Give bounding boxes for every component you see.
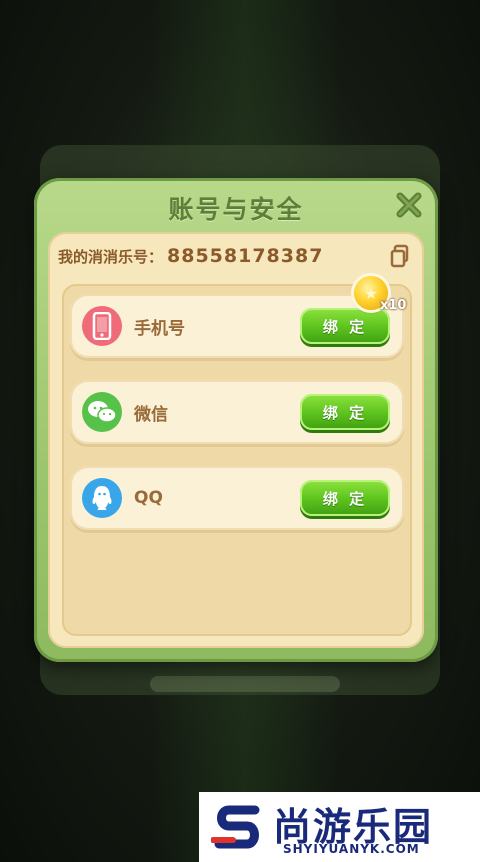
- bind-row-label: 微信: [134, 404, 168, 425]
- bind-qq-button[interactable]: 绑 定: [300, 480, 390, 516]
- copy-icon: [390, 244, 409, 268]
- dialog-title: 账号与安全: [168, 195, 304, 224]
- bind-wechat-button[interactable]: 绑 定: [300, 394, 390, 430]
- watermark: 尚游乐园 SHYIYUANYK.COM: [199, 792, 480, 862]
- wechat-icon: [82, 392, 122, 432]
- account-id-value: 88558178387: [167, 245, 324, 267]
- account-id-label: 我的消消乐号：: [58, 247, 164, 266]
- binding-list: 手机号 绑 定 ★ x10 微信 绑 定 QQ 绑 定: [62, 276, 412, 636]
- reward-badge: ★ x10: [354, 276, 412, 324]
- background-footer-blur: [150, 676, 340, 692]
- qq-icon: [82, 478, 122, 518]
- brand-logo-icon: [211, 805, 260, 849]
- bind-row-qq: QQ 绑 定: [70, 466, 404, 530]
- bind-row-phone: 手机号 绑 定 ★ x10: [70, 276, 406, 358]
- reward-count: x10: [380, 298, 407, 313]
- phone-icon: [82, 306, 122, 346]
- close-icon: [396, 192, 422, 218]
- copy-button[interactable]: [390, 244, 410, 268]
- watermark-domain: SHYIYUANYK.COM: [283, 842, 420, 856]
- bind-row-label: QQ: [134, 488, 163, 508]
- close-button[interactable]: [392, 188, 426, 222]
- account-security-dialog: 账号与安全 我的消消乐号： 88558178387 手机号 绑 定 ★ x10 …: [34, 178, 438, 662]
- bind-row-wechat: 微信 绑 定: [70, 380, 404, 444]
- dialog-content: 我的消消乐号： 88558178387 手机号 绑 定 ★ x10 微信 绑 定…: [48, 232, 424, 648]
- account-id-line: 我的消消乐号： 88558178387: [58, 242, 323, 270]
- bind-row-label: 手机号: [134, 318, 185, 339]
